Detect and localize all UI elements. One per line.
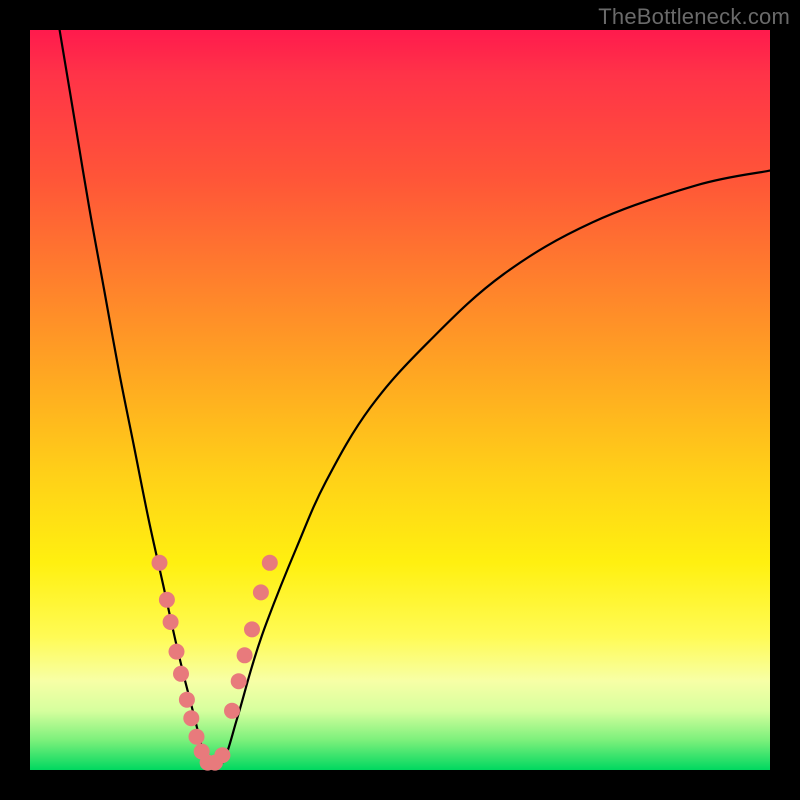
sample-dot — [231, 673, 247, 689]
sample-dot — [163, 614, 179, 630]
bottleneck-curve — [60, 30, 770, 769]
sample-dot — [224, 703, 240, 719]
chart-frame: TheBottleneck.com — [0, 0, 800, 800]
sample-dot — [237, 647, 253, 663]
watermark-text: TheBottleneck.com — [598, 4, 790, 30]
sample-dot — [183, 710, 199, 726]
sample-dot — [173, 666, 189, 682]
sample-dot — [262, 555, 278, 571]
sample-dot — [179, 692, 195, 708]
sample-dot — [244, 621, 260, 637]
chart-svg — [30, 30, 770, 770]
sample-dot — [214, 747, 230, 763]
sample-dot — [159, 592, 175, 608]
sample-dots-group — [152, 555, 278, 771]
sample-dot — [253, 584, 269, 600]
sample-dot — [152, 555, 168, 571]
sample-dot — [189, 729, 205, 745]
plot-area — [30, 30, 770, 770]
sample-dot — [169, 644, 185, 660]
